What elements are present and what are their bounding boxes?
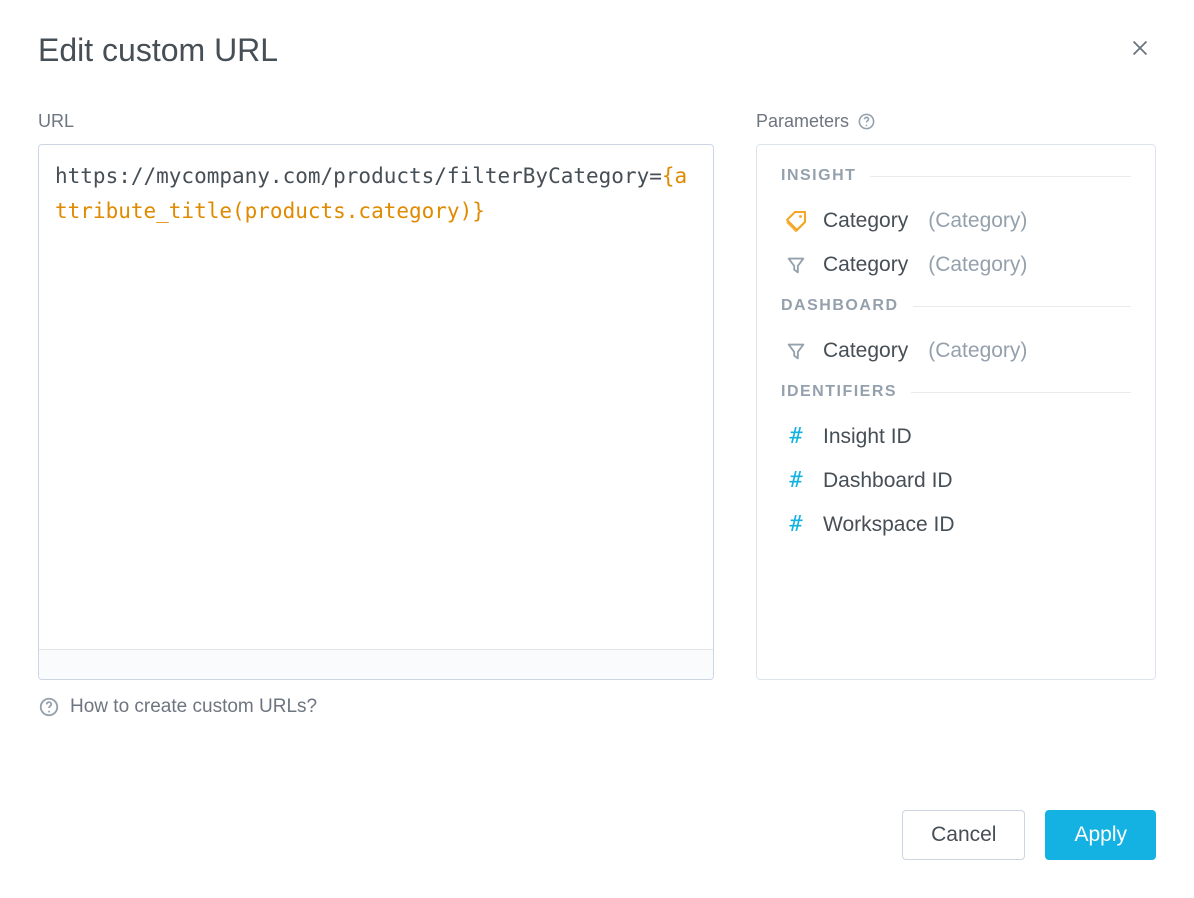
parameter-item-icon: # [783,470,809,492]
filter-icon [785,254,807,276]
url-editor-footer [39,649,713,679]
tag-icon [784,209,808,233]
close-icon [1129,37,1151,59]
parameter-item-alt: (Category) [928,253,1027,277]
help-row: How to create custom URLs? [38,696,714,718]
parameter-item[interactable]: # Insight ID [781,415,1131,459]
apply-button[interactable]: Apply [1045,810,1156,860]
parameter-item-name: Dashboard ID [823,469,953,493]
url-column: URL https://mycompany.com/products/filte… [38,111,714,718]
parameter-item[interactable]: # Workspace ID [781,503,1131,547]
parameter-item-icon [783,254,809,276]
parameter-item[interactable]: # Dashboard ID [781,459,1131,503]
parameter-item-alt: (Category) [928,209,1027,233]
parameter-item[interactable]: Category (Category) [781,243,1131,287]
cancel-button[interactable]: Cancel [902,810,1025,860]
parameters-panel: INSIGHT Category (Category) Category (Catego… [756,144,1156,680]
parameter-item-icon: # [783,514,809,536]
parameters-label-row: Parameters [756,111,1156,132]
parameter-group-title: IDENTIFIERS [781,383,897,401]
dialog-body: URL https://mycompany.com/products/filte… [38,111,1156,718]
parameters-help-icon[interactable] [857,112,876,131]
url-text-prefix: https://mycompany.com/products/filterByC… [55,164,662,188]
help-link[interactable]: How to create custom URLs? [70,696,317,718]
parameter-item-icon [783,340,809,362]
filter-icon [785,340,807,362]
parameter-item-alt: (Category) [928,339,1027,363]
url-editor[interactable]: https://mycompany.com/products/filterByC… [38,144,714,680]
url-field-label: URL [38,111,714,132]
parameter-item[interactable]: Category (Category) [781,329,1131,373]
parameter-group-title: INSIGHT [781,167,856,185]
parameter-item-name: Insight ID [823,425,912,449]
parameter-item-icon: # [783,426,809,448]
parameter-group-divider [911,392,1131,393]
help-icon [38,696,60,718]
hash-icon: # [789,470,802,492]
parameter-item-name: Workspace ID [823,513,955,537]
dialog-title: Edit custom URL [38,32,278,69]
dialog-footer-actions: Cancel Apply [902,810,1156,860]
parameter-item[interactable]: Category (Category) [781,199,1131,243]
parameters-label: Parameters [756,111,849,132]
parameter-group-header: INSIGHT [781,167,1131,185]
parameter-item-icon [783,209,809,233]
parameter-group-header: IDENTIFIERS [781,383,1131,401]
hash-icon: # [789,514,802,536]
parameter-group-divider [913,306,1132,307]
url-editor-content[interactable]: https://mycompany.com/products/filterByC… [39,145,713,649]
close-button[interactable] [1124,32,1156,64]
hash-icon: # [789,426,802,448]
parameter-group-header: DASHBOARD [781,297,1131,315]
parameters-column: Parameters INSIGHTCategory(Category)Cate… [756,111,1156,718]
dialog-header: Edit custom URL [38,32,1156,69]
parameter-group-title: DASHBOARD [781,297,899,315]
parameter-group-divider [870,176,1131,177]
parameter-item-name: Category [823,209,908,233]
parameter-item-name: Category [823,339,908,363]
parameter-item-name: Category [823,253,908,277]
edit-custom-url-dialog: Edit custom URL URL https://mycompany.co… [0,0,1194,898]
